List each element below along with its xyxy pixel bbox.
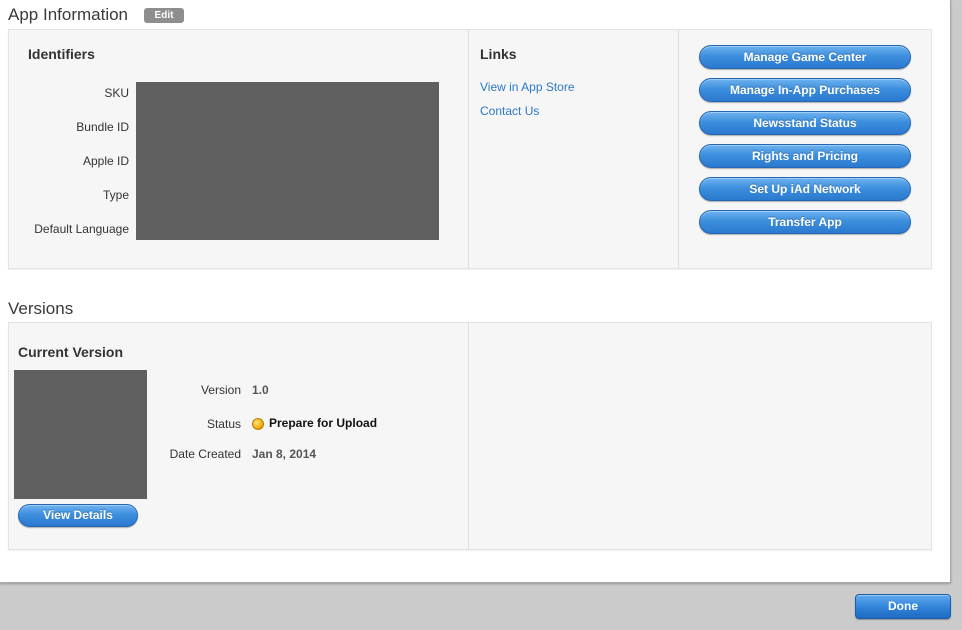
default-language-label: Default Language (34, 222, 129, 236)
app-information-title: App Information (8, 5, 129, 24)
versions-panel: Current Version View Details Version 1.0… (8, 322, 932, 550)
identifiers-heading: Identifiers (28, 46, 95, 62)
status-label: Status (206, 417, 241, 431)
app-details-sheet: App Information Edit Identifiers SKU Bun… (0, 0, 951, 583)
done-button[interactable]: Done (855, 594, 951, 619)
date-created-label: Date Created (169, 447, 241, 461)
manage-game-center-button[interactable]: Manage Game Center (699, 45, 911, 69)
divider (468, 30, 469, 268)
view-details-button[interactable]: View Details (18, 504, 138, 527)
set-up-iad-network-button[interactable]: Set Up iAd Network (699, 177, 911, 201)
links-heading: Links (480, 46, 517, 62)
bundle-id-label: Bundle ID (76, 120, 129, 134)
date-created-value: Jan 8, 2014 (252, 447, 317, 461)
status-indicator-icon (252, 418, 264, 430)
rights-and-pricing-button[interactable]: Rights and Pricing (699, 144, 911, 168)
transfer-app-button[interactable]: Transfer App (699, 210, 911, 234)
edit-button[interactable]: Edit (144, 8, 184, 23)
redacted-identifier-values (136, 82, 439, 240)
status-value: Prepare for Upload (269, 416, 378, 430)
version-value: 1.0 (252, 383, 269, 397)
divider (678, 30, 679, 268)
versions-title: Versions (8, 299, 74, 318)
current-version-heading: Current Version (18, 344, 124, 360)
sku-label: SKU (104, 86, 129, 100)
type-label: Type (102, 188, 129, 202)
contact-us-link[interactable]: Contact Us (480, 104, 539, 118)
app-icon-redacted (14, 370, 147, 499)
newsstand-status-button[interactable]: Newsstand Status (699, 111, 911, 135)
version-label: Version (200, 383, 241, 397)
manage-in-app-purchases-button[interactable]: Manage In-App Purchases (699, 78, 911, 102)
view-in-app-store-link[interactable]: View in App Store (480, 80, 575, 94)
app-information-panel: Identifiers SKU Bundle ID Apple ID Type … (8, 29, 932, 269)
apple-id-label: Apple ID (82, 154, 129, 168)
divider (468, 323, 469, 549)
